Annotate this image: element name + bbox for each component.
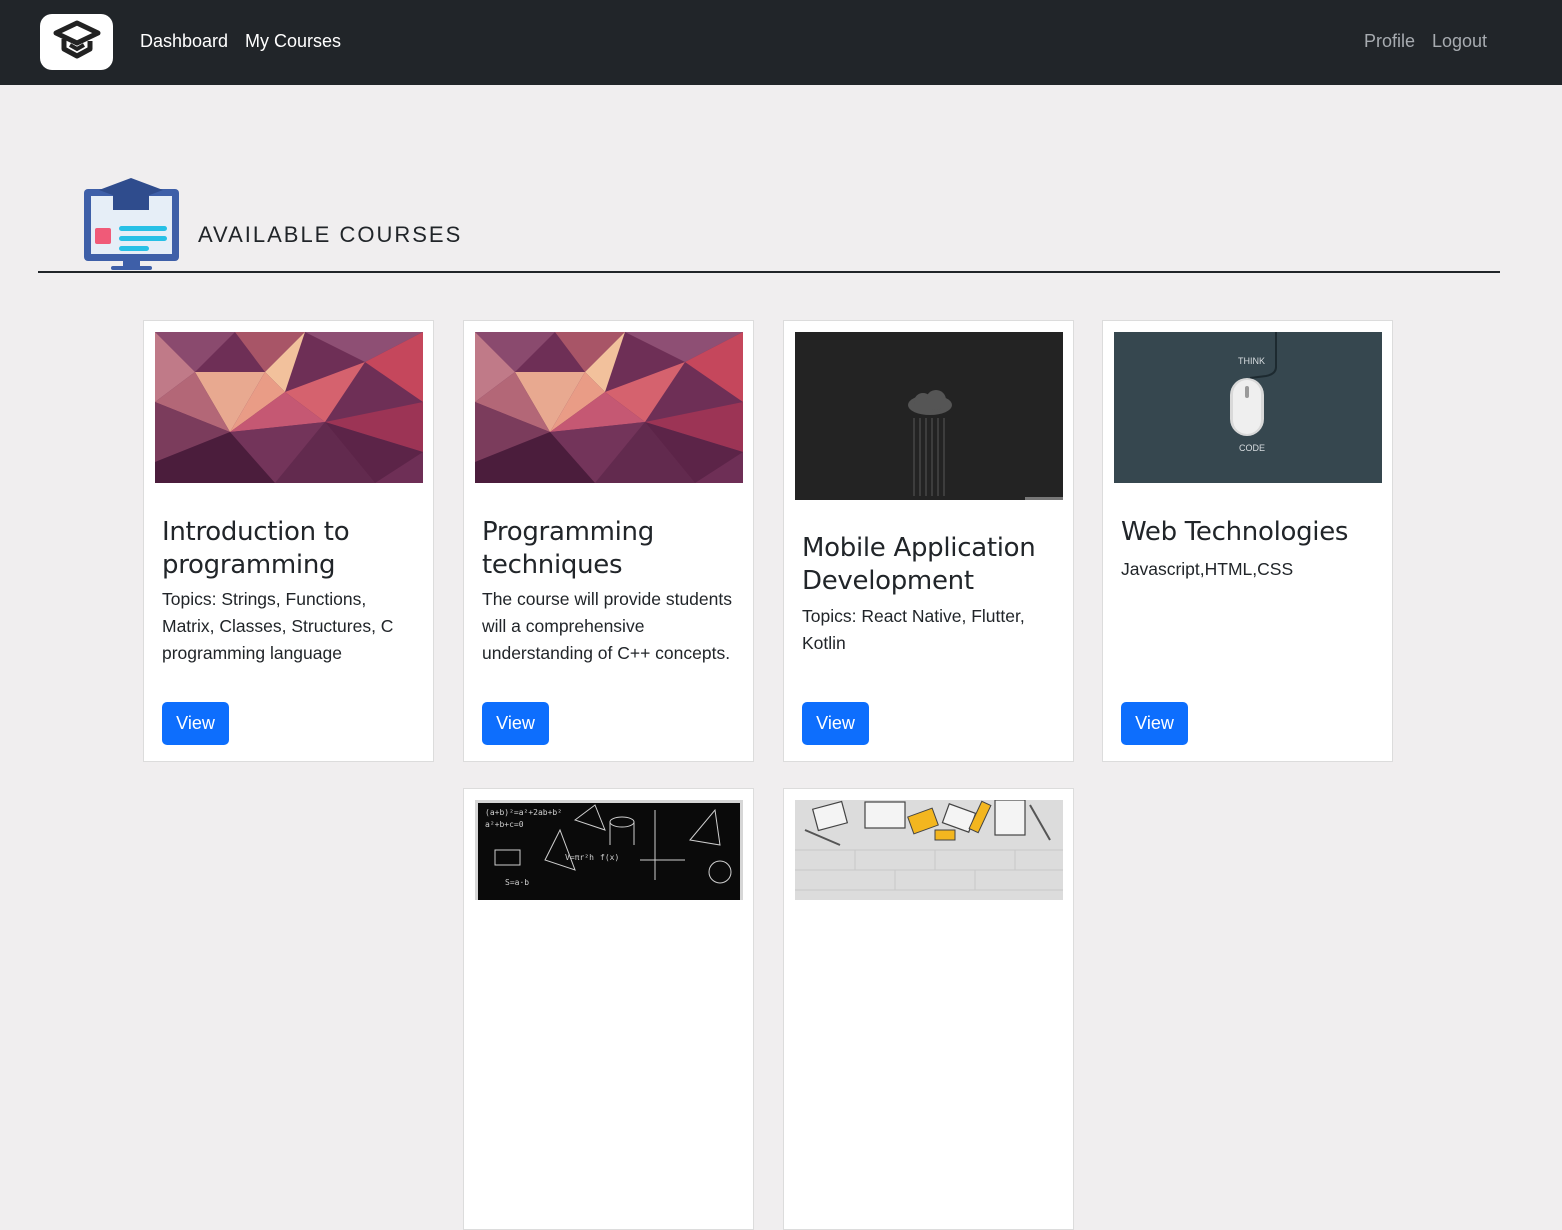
course-description: Topics: Strings, Functions, Matrix, Clas… xyxy=(162,589,394,663)
course-image-think-code: THINK CODE xyxy=(1114,332,1382,483)
title-divider xyxy=(38,271,1500,273)
course-title: Programming techniques xyxy=(482,517,654,580)
course-title: Mobile Application Development xyxy=(802,533,1036,596)
nav-dashboard[interactable]: Dashboard xyxy=(140,31,228,52)
top-navbar: Dashboard My Courses Profile Logout xyxy=(0,0,1562,85)
nav-profile[interactable]: Profile xyxy=(1364,31,1415,52)
course-card-math: (a+b)²=a²+2ab+b² a²+b+c=0 V=πr²h f(x) S=… xyxy=(463,788,754,1230)
svg-text:S=a·b: S=a·b xyxy=(505,878,529,887)
page-title: AVAILABLE COURSES xyxy=(198,222,463,247)
course-image-low-poly xyxy=(155,332,423,483)
svg-text:V=πr²h: V=πr²h xyxy=(565,853,594,862)
course-description: The course will provide students will a … xyxy=(482,589,732,663)
svg-text:f(x): f(x) xyxy=(600,853,619,862)
view-course-button[interactable]: View xyxy=(802,702,869,745)
graduation-cap-logo-icon xyxy=(53,20,100,59)
nav-logout[interactable]: Logout xyxy=(1432,31,1487,52)
view-course-button[interactable]: View xyxy=(1121,702,1188,745)
course-card-programming-techniques: Programming techniques The course will p… xyxy=(463,320,754,762)
image-text-code: CODE xyxy=(1239,443,1266,453)
course-title: Web Technologies xyxy=(1121,517,1349,547)
svg-text:a²+b+c=0: a²+b+c=0 xyxy=(485,820,524,829)
view-course-button[interactable]: View xyxy=(162,702,229,745)
image-text-think: THINK xyxy=(1238,356,1265,366)
course-card-mobile-app-dev: Mobile Application Development Topics: R… xyxy=(783,320,1074,762)
course-description: Javascript,HTML,CSS xyxy=(1121,559,1294,579)
course-card-intro-programming: Introduction to programming Topics: Stri… xyxy=(143,320,434,762)
course-image-chalkboard: (a+b)²=a²+2ab+b² a²+b+c=0 V=πr²h f(x) S=… xyxy=(475,800,743,900)
nav-my-courses[interactable]: My Courses xyxy=(245,31,341,52)
view-course-button[interactable]: View xyxy=(482,702,549,745)
mouse-icon xyxy=(1230,332,1277,436)
course-image-desk-sketch xyxy=(795,800,1063,900)
course-title: Introduction to programming xyxy=(162,517,350,580)
course-card-web-technologies: THINK CODE Web Technologies Javascript,H… xyxy=(1102,320,1393,762)
course-monitor-icon xyxy=(84,178,179,270)
course-image-binary-rain xyxy=(795,332,1063,500)
svg-text:(a+b)²=a²+2ab+b²: (a+b)²=a²+2ab+b² xyxy=(485,808,562,817)
course-card-design xyxy=(783,788,1074,1230)
course-image-low-poly xyxy=(475,332,743,483)
course-description: Topics: React Native, Flutter, Kotlin xyxy=(802,606,1025,653)
brand-logo[interactable] xyxy=(40,14,113,70)
